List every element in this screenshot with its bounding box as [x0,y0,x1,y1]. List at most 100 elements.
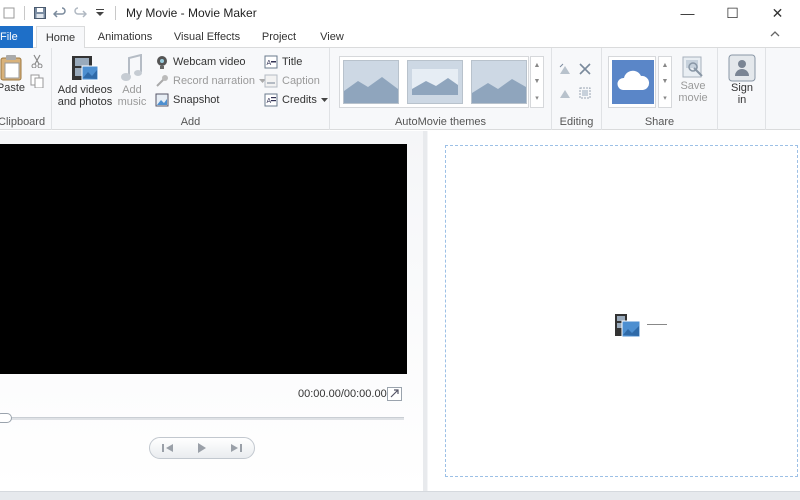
save-movie-button[interactable]: Save movie [676,54,710,104]
storyboard-drop-area[interactable] [445,145,798,477]
add-group: Add videos and photos Add music Webcam v… [52,48,330,130]
snapshot-button[interactable]: Snapshot [155,91,219,109]
caption-button[interactable]: Caption [264,72,320,90]
save-icon[interactable] [33,6,47,20]
scroll-down-icon[interactable]: ▼ [662,78,669,85]
add-videos-label-line1: Add videos [57,84,113,96]
webcam-video-label: Webcam video [173,56,246,68]
maximize-button[interactable]: ☐ [710,0,755,26]
select-all-icon [579,87,591,99]
add-videos-label-line2: and photos [57,96,113,108]
rotate-left-icon [559,63,570,74]
qat-separator [115,6,116,20]
timecode-display: 00:00.00/00:00.00 [298,388,387,400]
remove-button[interactable] [578,60,592,78]
sign-in-button[interactable]: Sign in [726,54,758,106]
rotate-right-button[interactable] [558,84,572,102]
theme-thumbnail[interactable] [471,60,527,104]
credits-button[interactable]: A Credits [264,91,328,109]
title-button[interactable]: A Title [264,53,302,71]
scroll-up-icon[interactable]: ▲ [662,62,669,69]
dropdown-arrow-icon [320,97,328,102]
undo-icon[interactable] [53,6,67,20]
ribbon-tabs: File Home Animations Visual Effects Proj… [0,26,800,49]
title-bar: My Movie - Movie Maker — ☐ ✕ [0,0,800,26]
add-music-label-line1: Add [122,84,142,96]
editing-group: Editing [552,48,602,130]
music-note-icon [121,54,142,81]
add-music-label-line2: music [117,96,147,108]
cut-button[interactable] [30,52,44,70]
quick-access-toolbar [0,0,118,26]
window-title: My Movie - Movie Maker [126,6,257,20]
previous-frame-button[interactable] [161,443,175,453]
add-group-label: Add [180,116,201,128]
clipboard-group-label: Clipboard [0,116,46,128]
tab-visual-effects[interactable]: Visual Effects [170,26,244,48]
fullscreen-button[interactable] [387,387,402,401]
share-group: ▲ ▼ ▾ Save movie Share [602,48,718,130]
landscape-thumbnail-icon [344,61,398,103]
record-narration-button[interactable]: Record narration [155,72,266,90]
tab-project[interactable]: Project [256,26,302,48]
play-icon [198,443,206,453]
close-button[interactable]: ✕ [755,0,800,26]
theme-thumbnail[interactable] [407,60,463,104]
theme-gallery-scrollbar[interactable]: ▲ ▼ ▾ [530,56,544,108]
film-photo-icon [72,56,99,81]
gallery-expand-icon[interactable]: ▾ [535,94,539,102]
rotate-left-button[interactable] [558,60,572,78]
collapse-ribbon-icon[interactable] [770,30,780,41]
tab-view[interactable]: View [313,26,351,48]
play-button[interactable] [197,443,207,453]
tab-animations[interactable]: Animations [92,26,158,48]
add-videos-photos-button[interactable]: Add videos and photos [57,54,113,108]
window-controls: — ☐ ✕ [665,0,800,26]
copy-button[interactable] [30,72,44,90]
add-music-button[interactable]: Add music [115,54,149,108]
video-preview-screen[interactable] [0,144,407,374]
signin-group: Sign in [718,48,766,130]
onedrive-tile[interactable] [612,60,654,104]
next-frame-button[interactable] [229,443,243,453]
main-area: 00:00.00/00:00.00 [0,131,800,500]
share-group-label: Share [644,116,675,128]
sign-in-label-line2: in [737,94,747,106]
pane-splitter[interactable] [423,131,427,491]
seek-thumb[interactable] [0,413,12,423]
share-gallery-scrollbar[interactable]: ▲ ▼ ▾ [658,56,672,108]
gallery-expand-icon[interactable]: ▾ [663,94,667,102]
save-movie-icon [682,56,703,78]
webcam-video-button[interactable]: Webcam video [155,53,246,71]
save-movie-label-line1: Save [680,80,706,92]
paste-button[interactable]: Paste [0,54,28,94]
ribbon: Paste Clipboard Add videos and photos Ad… [0,48,800,130]
cloud-icon [617,70,650,90]
paste-icon [0,55,22,81]
paste-label: Paste [0,82,26,94]
minimize-button[interactable]: — [665,0,710,26]
preview-pane: 00:00.00/00:00.00 [0,131,423,491]
app-icon [2,6,16,20]
select-all-button[interactable] [578,84,592,102]
tab-home[interactable]: Home [36,26,85,49]
seek-bar[interactable] [0,417,404,420]
placeholder-dash [647,324,667,325]
title-label: Title [282,56,303,68]
scroll-up-icon[interactable]: ▲ [534,62,541,69]
tab-file[interactable]: File [0,26,33,48]
copy-icon [30,74,44,88]
svg-text:A: A [267,98,272,105]
editing-group-label: Editing [559,116,594,128]
caption-label: Caption [282,75,320,87]
redo-icon[interactable] [73,6,87,20]
theme-thumbnail[interactable] [343,60,399,104]
storyboard-pane [428,131,800,491]
svg-text:A: A [267,60,272,67]
previous-frame-icon [162,444,173,452]
scroll-down-icon[interactable]: ▼ [534,78,541,85]
scissors-icon [31,54,43,68]
customize-qat-icon[interactable] [93,6,107,20]
record-narration-label: Record narration [173,75,255,87]
credits-icon: A [264,93,278,107]
